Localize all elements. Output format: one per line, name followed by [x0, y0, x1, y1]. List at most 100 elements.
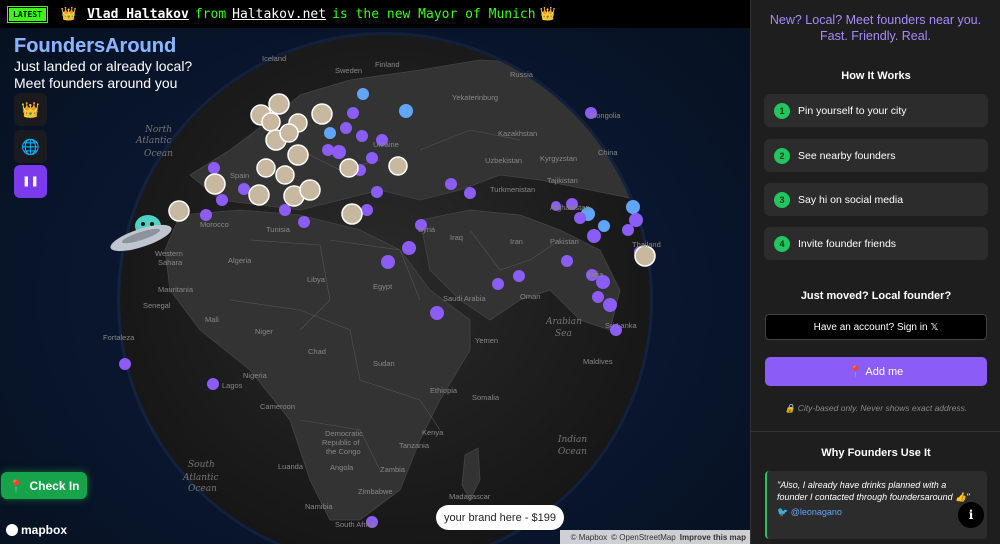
svg-text:Morocco: Morocco	[200, 220, 229, 229]
svg-text:Iran: Iran	[510, 237, 523, 246]
svg-text:Ukraine: Ukraine	[373, 140, 399, 149]
svg-text:Mauritania: Mauritania	[158, 285, 194, 294]
step-item: 1 Pin yourself to your city	[764, 94, 988, 127]
svg-text:Namibia: Namibia	[305, 502, 333, 511]
step-item: 3 Say hi on social media	[764, 183, 988, 216]
check-in-label: Check In	[29, 478, 80, 493]
sign-in-x-button[interactable]: Have an account? Sign in 𝕏	[765, 314, 987, 340]
improve-map-link[interactable]: Improve this map	[680, 533, 746, 542]
svg-text:Sahara: Sahara	[158, 258, 183, 267]
svg-text:Syria: Syria	[418, 225, 436, 234]
svg-text:Mongolia: Mongolia	[590, 111, 621, 120]
svg-text:North: North	[144, 125, 172, 135]
ticker-name-link[interactable]: Vlad Haltakov	[87, 7, 189, 22]
latest-badge: LATEST	[7, 5, 48, 23]
svg-text:Yemen: Yemen	[475, 336, 498, 345]
svg-text:Cameroon: Cameroon	[260, 402, 295, 411]
svg-text:Afghanistan: Afghanistan	[550, 203, 590, 212]
svg-text:Atlantic: Atlantic	[135, 136, 172, 146]
svg-text:Finland: Finland	[375, 60, 400, 69]
brand-title: FoundersAround	[14, 35, 214, 58]
testimonial-text: "Also, I already have drinks planned wit…	[777, 480, 970, 502]
svg-text:Zimbabwe: Zimbabwe	[358, 487, 393, 496]
pin-icon: 📍	[8, 478, 24, 493]
svg-text:Atlantic: Atlantic	[182, 473, 219, 483]
svg-text:Turkmenistan: Turkmenistan	[490, 185, 535, 194]
globe-toggle-button[interactable]: 🌐	[14, 130, 47, 163]
crown-icon: 👑	[21, 101, 40, 119]
svg-text:Pakistan: Pakistan	[550, 237, 579, 246]
svg-text:Democratic: Democratic	[325, 429, 363, 438]
ticker-from: from	[194, 6, 227, 22]
check-in-button[interactable]: 📍 Check In	[1, 472, 87, 499]
svg-text:Sweden: Sweden	[335, 66, 362, 75]
crown-icon: 👑	[60, 6, 78, 22]
svg-text:Senegal: Senegal	[143, 301, 171, 310]
svg-text:Yekaterinburg: Yekaterinburg	[452, 93, 498, 102]
svg-text:India: India	[587, 270, 604, 279]
testimonial-handle[interactable]: 🐦 @leonagano	[777, 507, 977, 518]
mapbox-attrib-link[interactable]: © Mapbox	[571, 533, 608, 542]
svg-text:Republic of: Republic of	[322, 438, 360, 447]
info-icon[interactable]: i	[958, 502, 984, 528]
brand: FoundersAround Just landed or already lo…	[14, 35, 214, 92]
svg-text:Tajikistan: Tajikistan	[547, 176, 578, 185]
testimonial: "Also, I already have drinks planned wit…	[765, 471, 987, 539]
crown-icon: 👑	[539, 6, 556, 22]
svg-text:China: China	[598, 148, 618, 157]
svg-text:Maldives: Maldives	[583, 357, 613, 366]
svg-text:Algeria: Algeria	[228, 256, 252, 265]
svg-text:Saudi Arabia: Saudi Arabia	[443, 294, 486, 303]
why-title: Why Founders Use It	[821, 447, 931, 459]
svg-text:Uzbekistan: Uzbekistan	[485, 156, 522, 165]
ufo-icon	[110, 215, 172, 252]
osm-attrib-link[interactable]: © OpenStreetMap	[611, 533, 676, 542]
info-panel: New? Local? Meet founders near you. Fast…	[750, 0, 1000, 544]
svg-text:Sudan: Sudan	[373, 359, 395, 368]
svg-text:Angola: Angola	[330, 463, 354, 472]
how-it-works-title: How It Works	[841, 70, 911, 82]
svg-text:Ocean: Ocean	[144, 149, 173, 159]
map-attribution: © Mapbox © OpenStreetMap Improve this ma…	[560, 530, 750, 544]
brand-subtitle: Just landed or already local? Meet found…	[14, 58, 193, 91]
svg-text:Somalia: Somalia	[472, 393, 500, 402]
twitter-icon: 🐦	[777, 507, 791, 517]
svg-text:Niger: Niger	[255, 327, 273, 336]
svg-text:Ocean: Ocean	[558, 447, 587, 457]
svg-text:Zambia: Zambia	[380, 465, 406, 474]
svg-text:Egypt: Egypt	[373, 282, 393, 291]
sponsor-button[interactable]: your brand here - $199	[436, 505, 564, 530]
pause-rotation-button[interactable]: ❚❚	[14, 165, 47, 198]
moved-title: Just moved? Local founder?	[800, 290, 952, 302]
svg-text:Luanda: Luanda	[278, 462, 304, 471]
mayors-button[interactable]: 👑	[14, 93, 47, 126]
svg-text:Arabian: Arabian	[545, 317, 582, 327]
svg-text:South Africa: South Africa	[335, 520, 376, 529]
svg-text:Kazakhstan: Kazakhstan	[498, 129, 537, 138]
svg-text:Kenya: Kenya	[422, 428, 444, 437]
svg-text:Fortaleza: Fortaleza	[103, 333, 135, 342]
ticker-text: is the new Mayor of Munich	[332, 6, 536, 22]
svg-text:South: South	[188, 460, 215, 470]
svg-text:Iceland: Iceland	[262, 54, 286, 63]
news-ticker[interactable]: LATEST 👑 Vlad Haltakov from Haltakov.net…	[0, 0, 750, 28]
svg-text:Sea: Sea	[555, 329, 572, 339]
svg-text:Tunisia: Tunisia	[266, 225, 291, 234]
pause-icon: ❚❚	[22, 176, 39, 187]
add-me-button[interactable]: 📍 Add me	[765, 357, 987, 386]
globe-icon: 🌐	[21, 138, 40, 156]
step-item: 2 See nearby founders	[764, 139, 988, 172]
svg-text:Nigeria: Nigeria	[243, 371, 268, 380]
pin-icon: 📍	[848, 366, 863, 378]
svg-text:Madagascar: Madagascar	[449, 492, 491, 501]
mapbox-logo[interactable]: mapbox	[6, 523, 67, 537]
step-item: 4 Invite founder friends	[764, 227, 988, 260]
svg-text:Mali: Mali	[205, 315, 219, 324]
map[interactable]: Iceland Sweden Finland Russia Yekaterinb…	[0, 0, 750, 544]
panel-headline: New? Local? Meet founders near you. Fast…	[769, 13, 982, 43]
privacy-note: 🔒 City-based only. Never shows exact add…	[784, 403, 968, 413]
svg-text:Kyrgyzstan: Kyrgyzstan	[540, 154, 577, 163]
ticker-site-link[interactable]: Haltakov.net	[232, 7, 326, 22]
svg-text:Lagos: Lagos	[222, 381, 243, 390]
svg-text:Libya: Libya	[307, 275, 326, 284]
